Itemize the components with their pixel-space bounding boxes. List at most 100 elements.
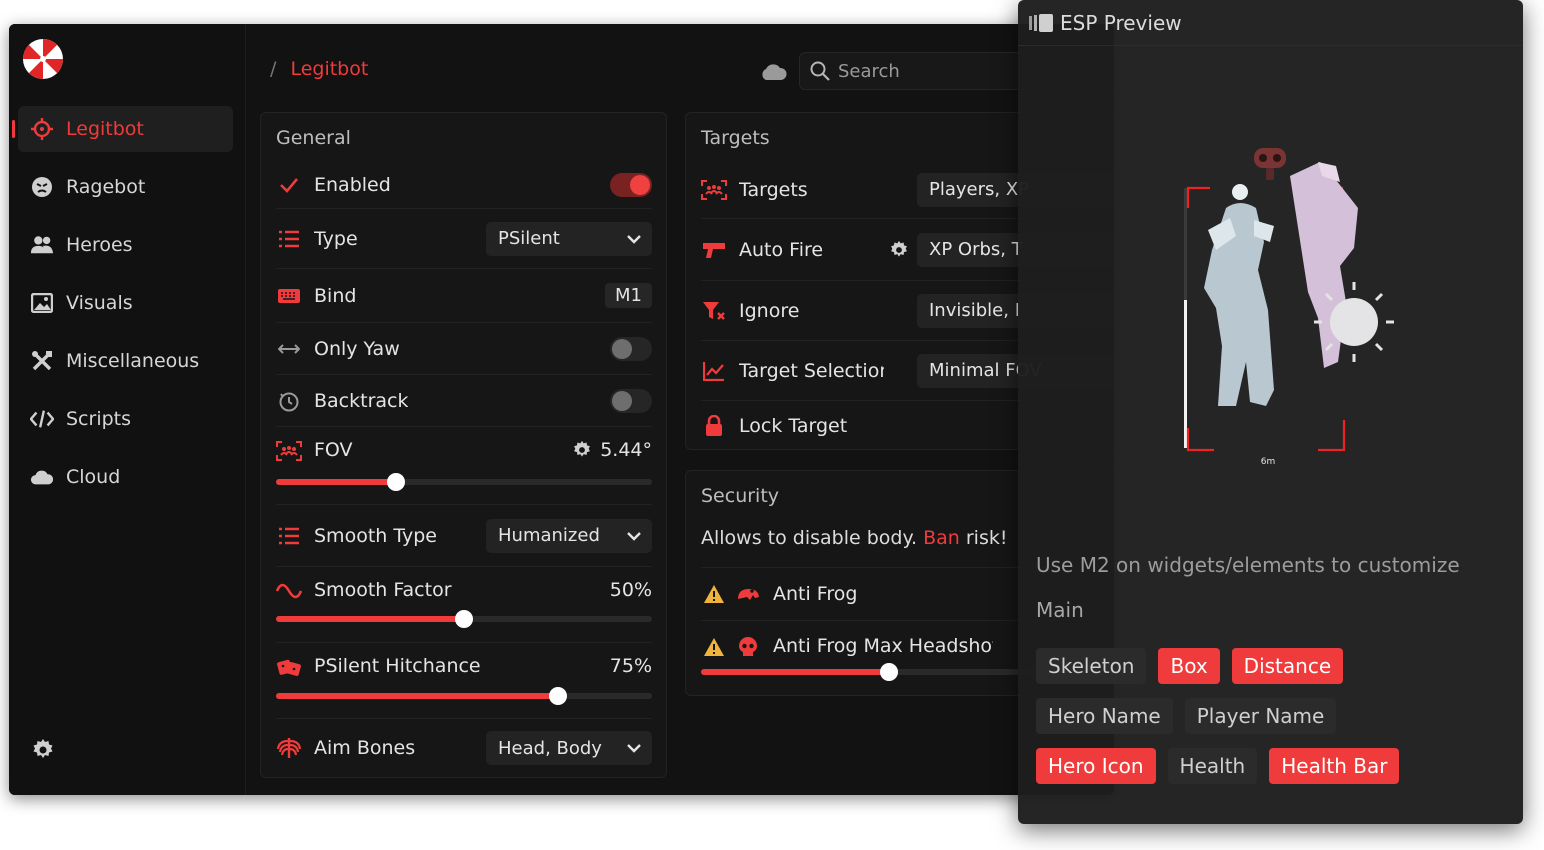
targets-label: Targets	[739, 178, 808, 201]
only-yaw-toggle[interactable]	[610, 336, 652, 361]
frog-icon	[735, 582, 761, 606]
sidebar-item-label: Visuals	[66, 292, 133, 314]
tag-hero-icon[interactable]: Hero Icon	[1036, 748, 1156, 784]
sidebar-item-miscellaneous[interactable]: Miscellaneous	[18, 338, 233, 384]
bind-row: Bind M1	[276, 269, 652, 323]
fov-slider[interactable]	[276, 473, 652, 491]
tag-health-bar[interactable]: Health Bar	[1269, 748, 1400, 784]
type-value: PSilent	[498, 228, 560, 249]
smooth-type-value: Humanized	[498, 525, 600, 546]
chevron-down-icon	[616, 531, 642, 541]
target-group-icon	[701, 178, 727, 202]
hitchance-row: PSilent Hitchance 75%	[276, 643, 652, 719]
arrows-horizontal-icon	[276, 337, 302, 361]
list-icon	[276, 227, 302, 251]
target-group-icon	[276, 439, 302, 463]
sidebar-item-legitbot[interactable]: Legitbot	[12, 106, 233, 152]
security-note-text: Allows to disable body.	[701, 527, 924, 549]
smooth-factor-value: 50%	[609, 579, 652, 601]
tag-hero-name[interactable]: Hero Name	[1036, 698, 1173, 734]
type-label: Type	[314, 227, 358, 250]
type-row: Type PSilent	[276, 209, 652, 269]
hitchance-slider[interactable]	[276, 687, 652, 705]
anti-frog-headshot-label: Anti Frog Max Headshot	[773, 635, 993, 657]
only-yaw-row[interactable]: Only Yaw	[276, 323, 652, 375]
sidebar-item-scripts[interactable]: Scripts	[18, 396, 233, 442]
gear-icon[interactable]	[889, 240, 909, 260]
only-yaw-label: Only Yaw	[314, 337, 400, 360]
warning-icon	[701, 635, 727, 659]
window-stack-icon	[1029, 13, 1053, 32]
panel-title: Targets	[701, 127, 770, 149]
sidebar-item-ragebot[interactable]: Ragebot	[18, 164, 233, 210]
targets-value: Players, XP	[929, 179, 1030, 200]
lock-icon	[701, 414, 727, 438]
aim-bones-select[interactable]: Head, Body	[486, 731, 652, 765]
tag-box[interactable]: Box	[1158, 648, 1220, 684]
ignore-value: Invisible, I	[929, 300, 1021, 321]
enabled-toggle[interactable]	[610, 172, 652, 197]
tag-distance[interactable]: Distance	[1231, 648, 1344, 684]
esp-titlebar[interactable]: ESP Preview	[1018, 0, 1523, 46]
security-note: Allows to disable body. Ban risk!	[701, 527, 1007, 549]
sidebar: Legitbot Ragebot Heroes Visuals Miscella…	[9, 24, 246, 795]
sidebar-item-heroes[interactable]: Heroes	[18, 222, 233, 268]
sidebar-item-label: Heroes	[66, 234, 133, 256]
cloud-icon[interactable]	[759, 60, 787, 82]
chevron-down-icon	[616, 743, 642, 753]
line-chart-icon	[701, 359, 727, 383]
users-icon	[30, 233, 54, 257]
check-icon	[276, 173, 302, 197]
ignore-label: Ignore	[739, 299, 800, 322]
angry-face-icon	[30, 175, 54, 199]
gear-icon[interactable]	[572, 440, 592, 460]
enabled-row[interactable]: Enabled	[276, 161, 652, 209]
sidebar-item-label: Ragebot	[66, 176, 146, 198]
tag-row: Hero Name Player Name	[1036, 698, 1506, 734]
warning-icon	[701, 582, 727, 606]
smooth-type-label: Smooth Type	[314, 524, 437, 547]
breadcrumb-current[interactable]: Legitbot	[290, 58, 368, 80]
panel-title: General	[276, 127, 351, 149]
type-select[interactable]: PSilent	[486, 221, 652, 256]
fov-value: 5.44°	[600, 439, 652, 461]
code-icon	[30, 407, 54, 431]
list-icon	[276, 524, 302, 548]
slider-thumb[interactable]	[549, 687, 567, 705]
esp-character-preview[interactable]: 6m	[1178, 140, 1398, 480]
smooth-factor-row: Smooth Factor 50%	[276, 567, 652, 643]
fov-row: FOV 5.44°	[276, 427, 652, 505]
backtrack-row[interactable]: Backtrack	[276, 375, 652, 427]
aim-bones-row: Aim Bones Head, Body	[276, 719, 652, 777]
lock-target-label: Lock Target	[739, 415, 848, 437]
aim-bones-value: Head, Body	[498, 737, 602, 759]
settings-gear-icon[interactable]	[31, 738, 55, 762]
auto-fire-label: Auto Fire	[739, 238, 824, 261]
aim-bones-label: Aim Bones	[314, 737, 416, 759]
tag-skeleton[interactable]: Skeleton	[1036, 648, 1147, 684]
enabled-label: Enabled	[314, 173, 391, 196]
slider-thumb[interactable]	[880, 663, 898, 681]
esp-section-title: Main	[1036, 598, 1084, 622]
tag-health[interactable]: Health	[1167, 748, 1258, 784]
esp-distance-label: 6m	[1261, 457, 1276, 467]
crosshair-icon	[30, 117, 54, 141]
sidebar-item-label: Miscellaneous	[66, 350, 200, 372]
sidebar-item-label: Scripts	[66, 408, 132, 430]
esp-title: ESP Preview	[1060, 10, 1182, 35]
tag-player-name[interactable]: Player Name	[1184, 698, 1337, 734]
backtrack-toggle[interactable]	[610, 388, 652, 413]
sidebar-item-cloud[interactable]: Cloud	[18, 454, 233, 500]
slider-thumb[interactable]	[455, 610, 473, 628]
dice-icon	[276, 655, 302, 679]
hitchance-value: 75%	[609, 655, 652, 677]
general-panel: General Enabled Type PSilent Bind M1 Onl…	[260, 112, 667, 778]
image-icon	[30, 291, 54, 315]
bind-key[interactable]: M1	[605, 283, 652, 308]
smooth-factor-slider[interactable]	[276, 610, 652, 628]
smooth-type-select[interactable]: Humanized	[486, 518, 652, 553]
sidebar-nav: Legitbot Ragebot Heroes Visuals Miscella…	[12, 106, 233, 512]
esp-tag-list: Skeleton Box Distance Hero Name Player N…	[1036, 648, 1506, 798]
sidebar-item-visuals[interactable]: Visuals	[18, 280, 233, 326]
anti-frog-label: Anti Frog	[773, 583, 858, 605]
